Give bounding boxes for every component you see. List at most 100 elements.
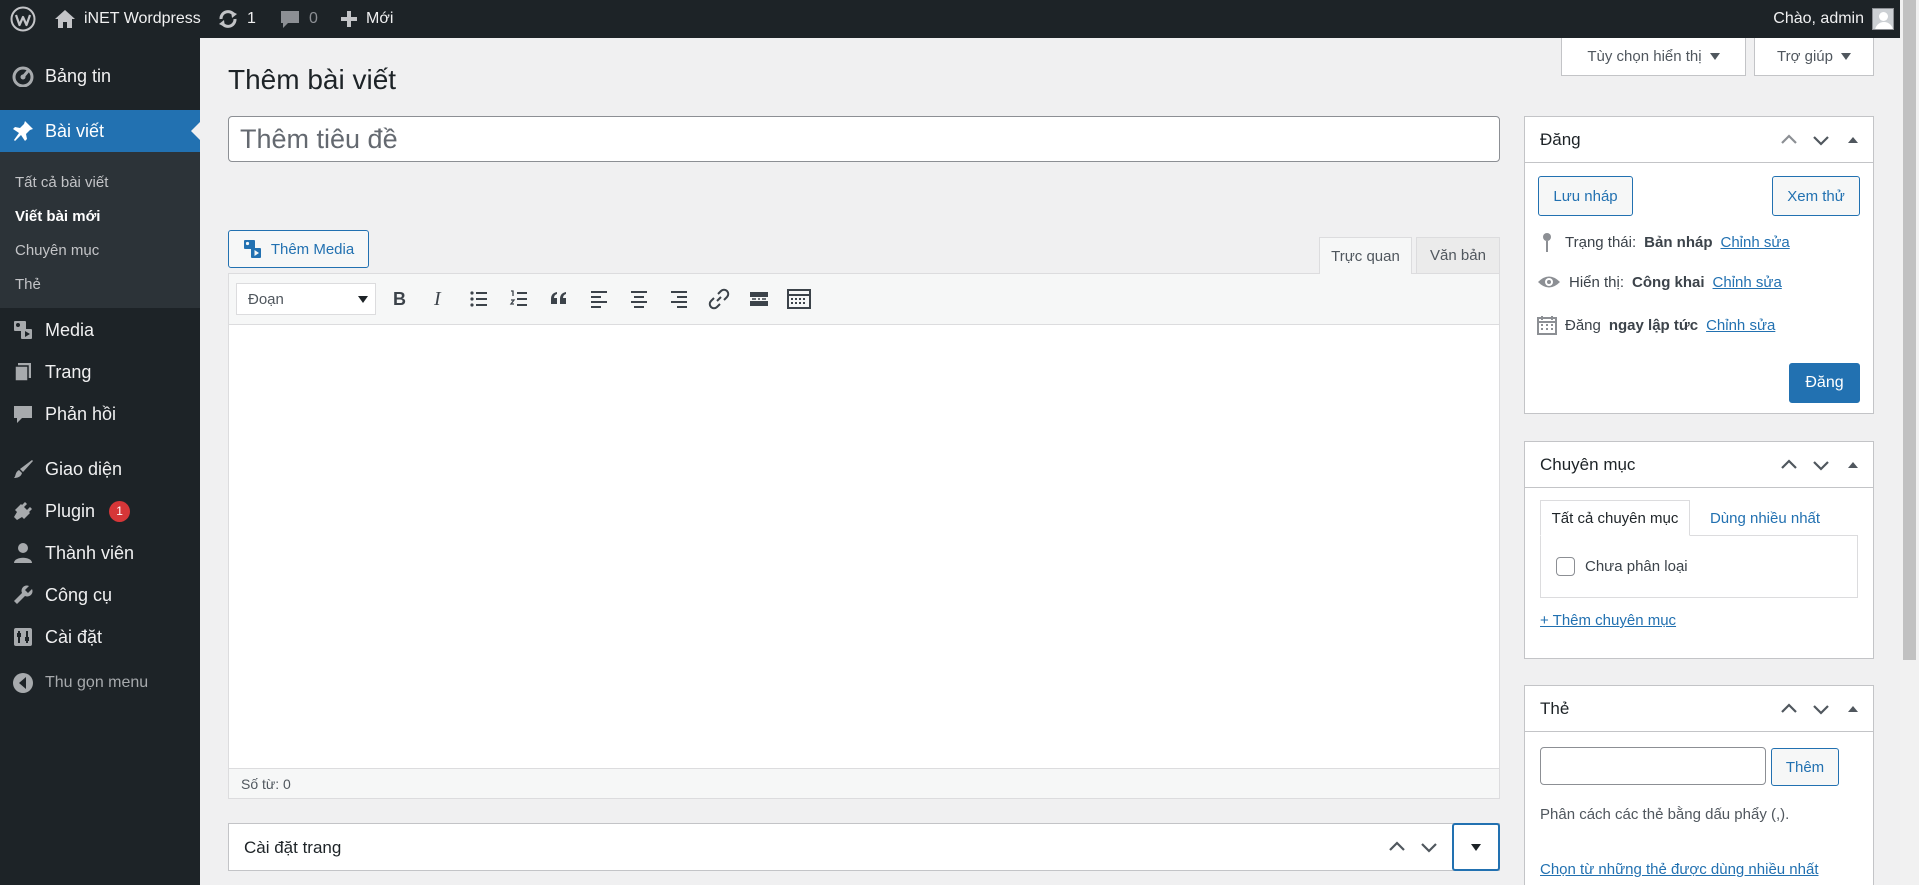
menu-item-pages[interactable]: Trang bbox=[0, 351, 200, 393]
bold-icon[interactable]: B bbox=[386, 286, 412, 312]
caret-down-icon bbox=[1709, 53, 1720, 60]
edit-status-link[interactable]: Chỉnh sửa bbox=[1721, 234, 1790, 251]
svg-text:I: I bbox=[433, 289, 442, 309]
tab-all-categories[interactable]: Tất cả chuyên mục bbox=[1540, 500, 1690, 536]
publish-box-header: Đăng bbox=[1525, 117, 1873, 163]
content-editor[interactable]: Đoạn B I Số từ: 0 bbox=[228, 273, 1500, 799]
tab-text[interactable]: Văn bản bbox=[1416, 237, 1500, 273]
menu-item-dashboard[interactable]: Bảng tin bbox=[0, 55, 200, 97]
site-name-link[interactable]: iNET Wordpress bbox=[54, 0, 201, 38]
page-settings-title: Cài đặt trang bbox=[244, 838, 342, 857]
help-button[interactable]: Trợ giúp bbox=[1754, 38, 1874, 76]
add-tag-button[interactable]: Thêm bbox=[1771, 748, 1839, 786]
category-item[interactable]: Chưa phân loại bbox=[1556, 557, 1688, 576]
admin-bar: iNET Wordpress 1 0 Mới Chào, admin bbox=[0, 0, 1919, 38]
caret-down-icon bbox=[358, 296, 368, 303]
wordpress-logo-icon[interactable] bbox=[10, 0, 36, 38]
chevron-down-icon[interactable] bbox=[1811, 130, 1831, 150]
schedule-value: ngay lập tức bbox=[1608, 316, 1699, 334]
menu-item-comments[interactable]: Phản hồi bbox=[0, 393, 200, 435]
brush-icon bbox=[11, 457, 35, 481]
chevron-down-icon[interactable] bbox=[1811, 455, 1831, 475]
account-menu[interactable]: Chào, admin bbox=[1773, 0, 1894, 38]
user-icon bbox=[11, 541, 35, 565]
triangle-up-icon[interactable] bbox=[1843, 699, 1863, 719]
greeting: Chào, admin bbox=[1773, 10, 1864, 27]
caret-down-icon bbox=[1471, 843, 1481, 851]
tab-most-used-categories[interactable]: Dùng nhiều nhất bbox=[1695, 500, 1835, 536]
menu-label: Thành viên bbox=[45, 542, 135, 563]
toolbar-toggle-icon[interactable] bbox=[786, 286, 812, 312]
menu-item-settings[interactable]: Cài đặt bbox=[0, 616, 200, 658]
plugin-update-badge: 1 bbox=[109, 500, 131, 522]
align-left-icon[interactable] bbox=[586, 286, 612, 312]
schedule-label: Đăng bbox=[1565, 316, 1601, 334]
tag-hint: Phân cách các thẻ bằng dấu phẩy (,). bbox=[1540, 806, 1790, 823]
status-row: Trạng thái: Bản nháp Chỉnh sửa bbox=[1537, 231, 1790, 253]
toggle-panel-button[interactable] bbox=[1452, 823, 1500, 871]
publish-button[interactable]: Đăng bbox=[1789, 363, 1860, 403]
screen-options-button[interactable]: Tùy chọn hiển thị bbox=[1561, 38, 1746, 76]
scrollbar-thumb[interactable] bbox=[1903, 0, 1916, 660]
align-right-icon[interactable] bbox=[666, 286, 692, 312]
numbered-list-icon[interactable] bbox=[506, 286, 532, 312]
edit-visibility-link[interactable]: Chỉnh sửa bbox=[1713, 274, 1782, 291]
menu-label: Cài đặt bbox=[45, 626, 103, 647]
categories-box: Chuyên mục Tất cả chuyên mục Dùng nhiều … bbox=[1524, 441, 1874, 659]
tags-box-header: Thẻ bbox=[1525, 686, 1873, 732]
updates-link[interactable]: 1 bbox=[217, 0, 256, 38]
chevron-up-icon[interactable] bbox=[1779, 699, 1799, 719]
menu-item-media[interactable]: Media bbox=[0, 309, 200, 351]
chevron-up-icon[interactable] bbox=[1779, 455, 1799, 475]
format-value: Đoạn bbox=[248, 290, 284, 308]
chevron-up-icon[interactable] bbox=[1387, 837, 1407, 857]
submenu-all-posts[interactable]: Tất cả bài viết bbox=[15, 174, 108, 191]
menu-item-appearance[interactable]: Giao diện bbox=[0, 448, 200, 490]
link-icon[interactable] bbox=[706, 286, 732, 312]
read-more-icon[interactable] bbox=[746, 286, 772, 312]
add-media-button[interactable]: Thêm Media bbox=[228, 230, 369, 268]
menu-item-users[interactable]: Thành viên bbox=[0, 532, 200, 574]
submenu-add-new[interactable]: Viết bài mới bbox=[15, 208, 100, 225]
menu-item-plugins[interactable]: Plugin 1 bbox=[0, 490, 200, 532]
italic-icon[interactable]: I bbox=[426, 286, 452, 312]
menu-item-posts[interactable]: Bài viết bbox=[0, 110, 200, 152]
dashboard-icon bbox=[11, 64, 35, 88]
tag-input[interactable] bbox=[1540, 747, 1766, 785]
format-select[interactable]: Đoạn bbox=[236, 283, 376, 315]
visibility-label: Hiển thị: bbox=[1569, 273, 1625, 291]
edit-schedule-link[interactable]: Chỉnh sửa bbox=[1706, 317, 1775, 334]
visibility-value: Công khai bbox=[1632, 273, 1705, 291]
post-title-input[interactable] bbox=[228, 116, 1500, 162]
chevron-down-icon[interactable] bbox=[1811, 699, 1831, 719]
preview-button[interactable]: Xem thử bbox=[1772, 176, 1860, 216]
comments-count: 0 bbox=[309, 10, 318, 27]
save-draft-button[interactable]: Lưu nháp bbox=[1538, 176, 1633, 216]
add-category-link[interactable]: + Thêm chuyên mục bbox=[1540, 612, 1676, 629]
new-label: Mới bbox=[366, 10, 394, 27]
bullet-list-icon[interactable] bbox=[466, 286, 492, 312]
plus-icon bbox=[340, 10, 358, 28]
page-title: Thêm bài viết bbox=[228, 64, 397, 95]
tab-visual[interactable]: Trực quan bbox=[1319, 237, 1412, 274]
triangle-up-icon[interactable] bbox=[1843, 130, 1863, 150]
chevron-down-icon[interactable] bbox=[1419, 837, 1439, 857]
avatar bbox=[1872, 8, 1894, 30]
align-center-icon[interactable] bbox=[626, 286, 652, 312]
comments-link[interactable]: 0 bbox=[279, 0, 318, 38]
page-scrollbar[interactable] bbox=[1900, 0, 1919, 885]
screen-options-label: Tùy chọn hiển thị bbox=[1587, 48, 1702, 65]
submenu-tags[interactable]: Thẻ bbox=[15, 276, 41, 293]
choose-popular-tags-link[interactable]: Chọn từ những thẻ được dùng nhiều nhất bbox=[1540, 861, 1819, 878]
categories-box-title: Chuyên mục bbox=[1540, 454, 1636, 474]
category-label: Chưa phân loại bbox=[1585, 558, 1688, 575]
blockquote-icon[interactable] bbox=[546, 286, 572, 312]
triangle-up-icon[interactable] bbox=[1843, 455, 1863, 475]
submenu-categories[interactable]: Chuyên mục bbox=[15, 242, 99, 259]
collapse-menu-button[interactable]: Thu gọn menu bbox=[0, 662, 200, 704]
menu-label: Phản hồi bbox=[45, 403, 117, 424]
category-checkbox[interactable] bbox=[1556, 557, 1575, 576]
menu-item-tools[interactable]: Công cụ bbox=[0, 574, 200, 616]
new-content-link[interactable]: Mới bbox=[340, 0, 393, 38]
chevron-up-icon[interactable] bbox=[1779, 130, 1799, 150]
